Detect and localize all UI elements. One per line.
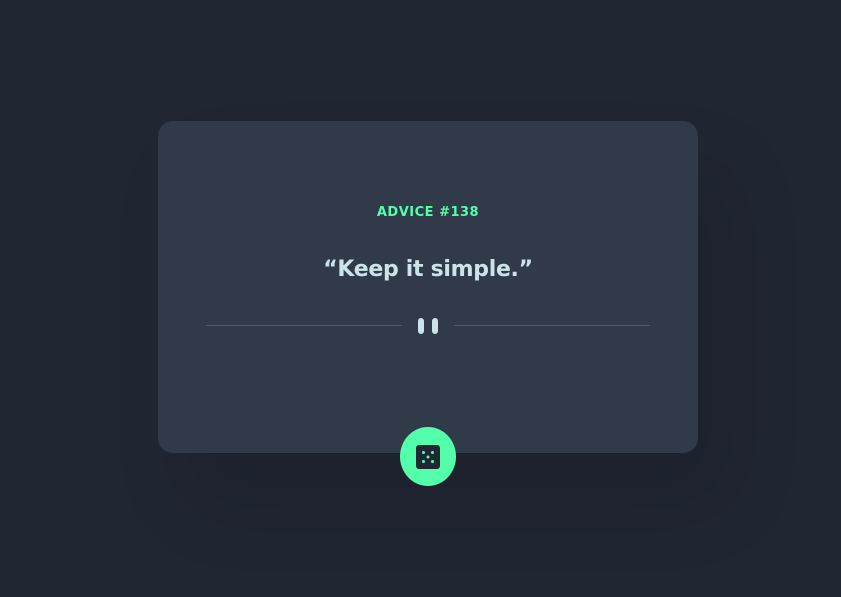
dice-icon <box>416 444 440 469</box>
pause-bar-left <box>418 318 424 334</box>
divider <box>206 318 650 334</box>
pause-icon <box>418 318 438 334</box>
advice-id-label: ADVICE #138 <box>376 205 480 220</box>
advice-card: ADVICE #138 “Keep it simple.” <box>158 121 698 453</box>
divider-line-left <box>206 325 402 326</box>
generate-advice-button[interactable] <box>400 427 456 486</box>
divider-line-right <box>454 325 650 326</box>
advice-quote: “Keep it simple.” <box>323 257 533 282</box>
pause-bar-right <box>432 318 438 334</box>
